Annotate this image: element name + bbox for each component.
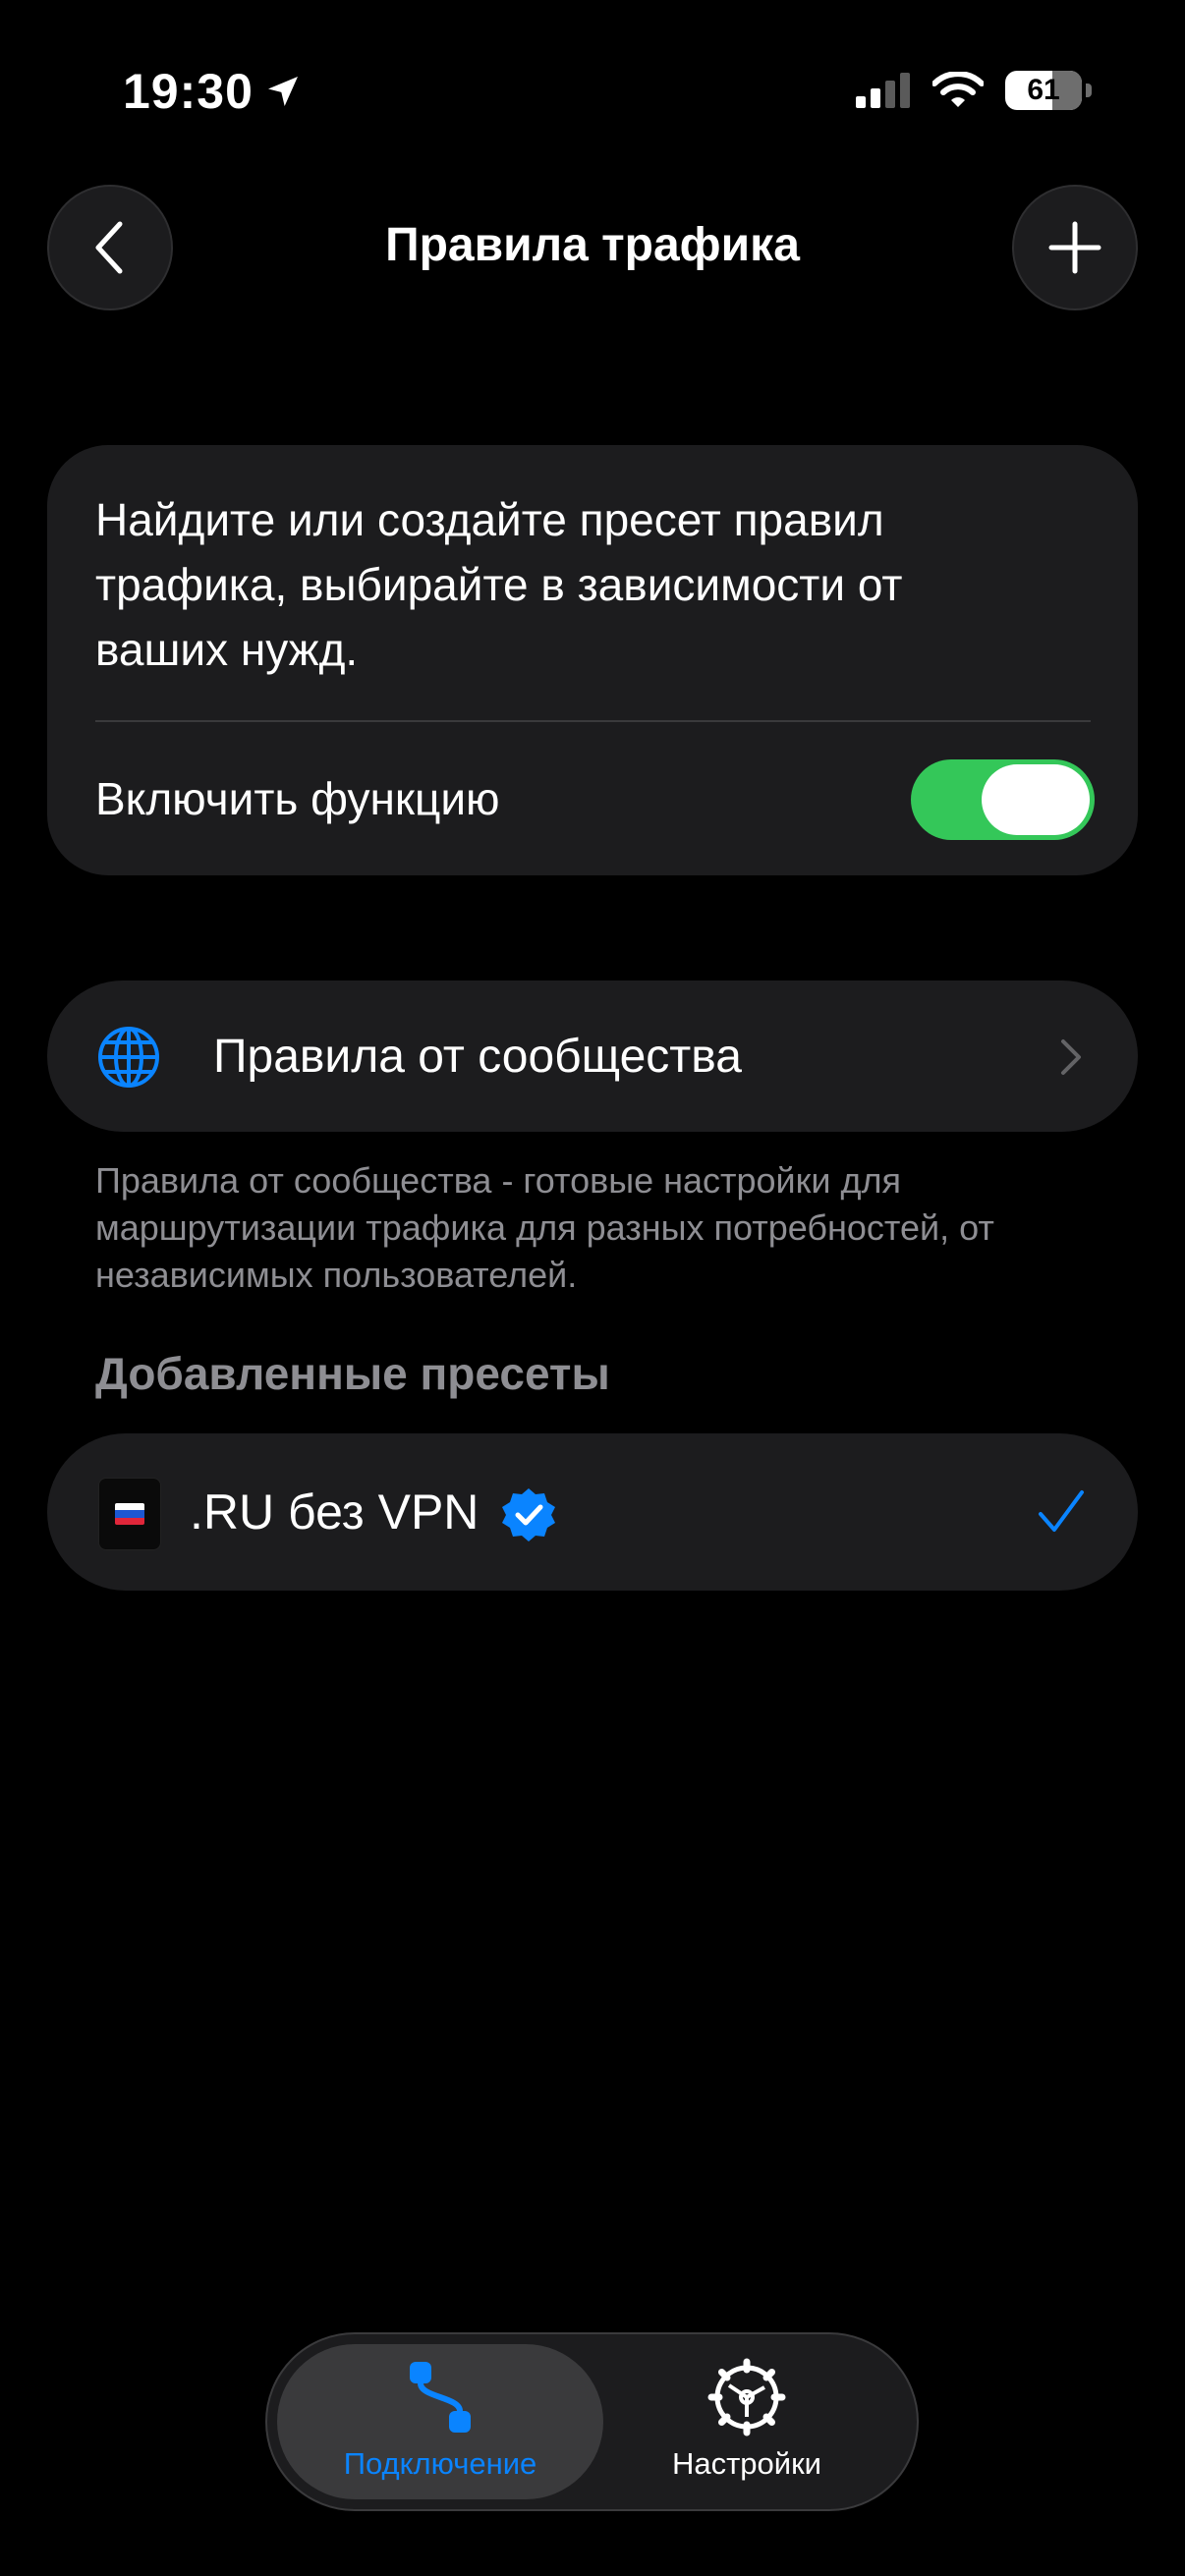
tab-settings-label: Настройки <box>671 2446 821 2481</box>
enable-feature-label: Включить функцию <box>95 773 500 824</box>
toggle-knob <box>982 764 1090 835</box>
wifi-icon <box>932 72 984 107</box>
cellular-signal-icon <box>856 73 910 108</box>
route-icon <box>410 2362 471 2433</box>
plus-icon <box>1048 221 1101 274</box>
tab-settings[interactable]: Настройки <box>609 2358 884 2482</box>
battery-level: 61 <box>1027 74 1060 106</box>
status-time: 19:30 <box>123 63 303 120</box>
russia-flag-icon <box>98 1478 161 1550</box>
time-label: 19:30 <box>123 64 254 119</box>
enable-feature-toggle[interactable] <box>911 759 1095 840</box>
info-description: Найдите или создайте пресет правил трафи… <box>95 494 903 675</box>
chevron-right-icon <box>1061 1039 1081 1075</box>
community-rules-label: Правила от сообщества <box>213 1031 742 1083</box>
page-title: Правила трафика <box>385 219 800 271</box>
preset-name: .RU без VPN <box>190 1484 480 1540</box>
checkmark-icon <box>1039 1490 1084 1532</box>
location-arrow-icon <box>267 77 298 106</box>
globe-icon <box>98 1027 159 1088</box>
tab-connection-label: Подключение <box>343 2446 537 2481</box>
gear-icon <box>707 2358 786 2436</box>
verified-badge-icon <box>502 1488 555 1541</box>
add-button[interactable] <box>1012 185 1138 310</box>
divider <box>95 720 1091 722</box>
battery-icon: 61 <box>1005 71 1082 110</box>
community-footnote: Правила от сообщества - готовые настройк… <box>95 1160 994 1295</box>
battery-cap <box>1086 84 1092 97</box>
tab-connection[interactable]: Подключение <box>277 2358 603 2482</box>
status-indicators: 61 <box>856 71 1092 110</box>
section-title-presets: Добавленные пресеты <box>95 1348 610 1399</box>
